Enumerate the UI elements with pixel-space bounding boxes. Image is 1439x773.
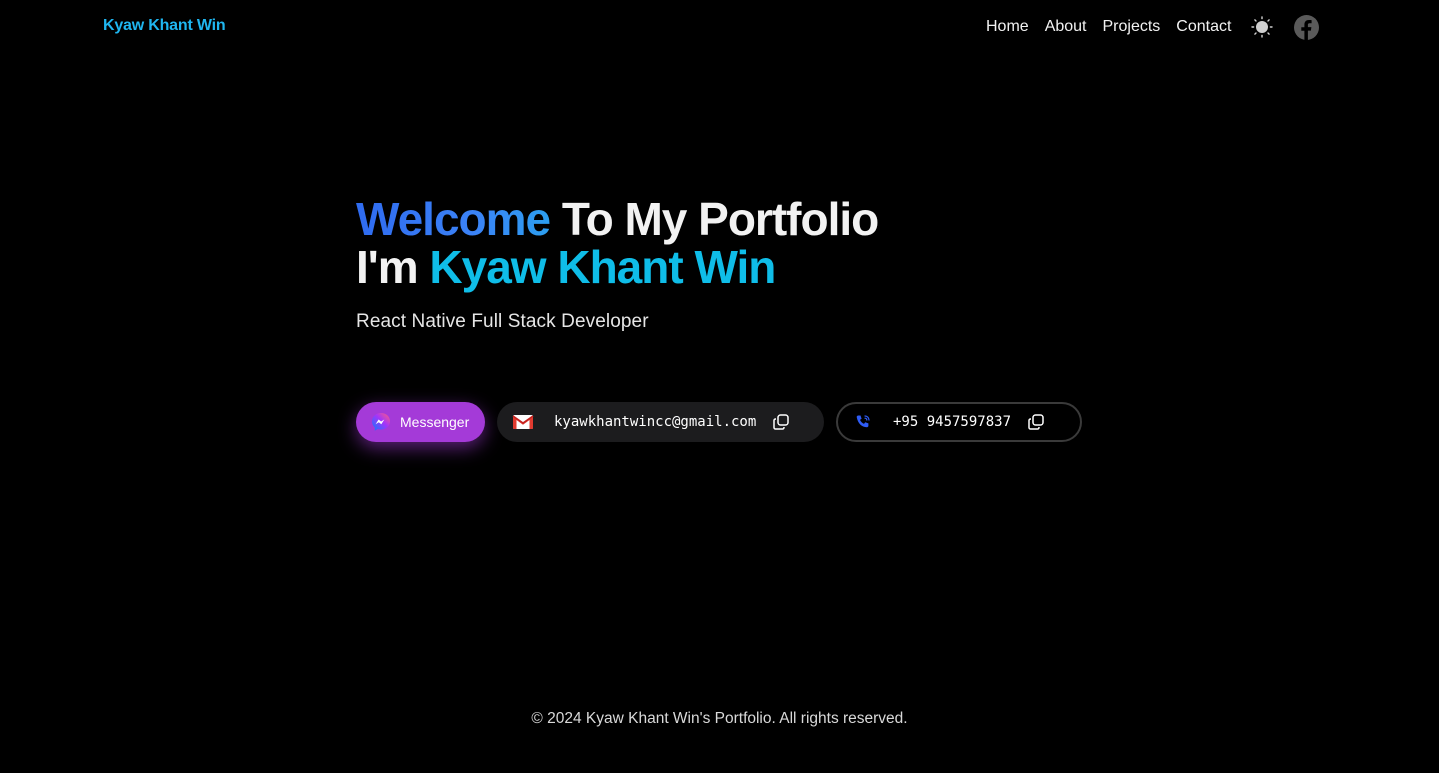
hero-heading: Welcome To My Portfolio I'm Kyaw Khant W… — [356, 193, 879, 293]
im-prefix: I'm — [356, 241, 430, 293]
messenger-label: Messenger — [400, 414, 470, 430]
hero-subtitle: React Native Full Stack Developer — [356, 311, 649, 332]
nav-projects-link[interactable]: Projects — [1103, 16, 1161, 38]
facebook-link[interactable] — [1294, 15, 1319, 40]
copy-phone-button[interactable] — [1026, 412, 1046, 432]
nav-about-link[interactable]: About — [1045, 16, 1087, 38]
phone-number: +95 9457597837 — [893, 414, 1012, 430]
brand-link[interactable]: Kyaw Khant Win — [103, 17, 226, 35]
gmail-icon — [512, 415, 534, 429]
copy-email-button[interactable] — [771, 412, 791, 432]
email-pill: kyawkhantwincc@gmail.com — [497, 402, 824, 442]
email-address: kyawkhantwincc@gmail.com — [554, 414, 757, 430]
copy-icon — [1028, 414, 1044, 430]
footer-copyright: © 2024 Kyaw Khant Win's Portfolio. All r… — [531, 710, 908, 727]
facebook-icon — [1294, 15, 1319, 40]
title-rest: To My Portfolio — [550, 193, 879, 245]
nav-contact-link[interactable]: Contact — [1176, 16, 1231, 38]
phone-icon — [856, 415, 870, 428]
copy-icon — [773, 414, 790, 430]
phone-pill: +95 9457597837 — [836, 402, 1082, 442]
nav-menu: Home About Projects Contact — [986, 16, 1231, 38]
hero-name: Kyaw Khant Win — [429, 241, 776, 293]
theme-toggle-button[interactable] — [1251, 16, 1273, 38]
sun-icon — [1251, 16, 1273, 38]
hero-section: Welcome To My Portfolio I'm Kyaw Khant W… — [356, 193, 879, 333]
contact-row: Messenger kyawkhantwincc@gmail.com +95 9… — [356, 402, 1082, 442]
messenger-button[interactable]: Messenger — [356, 402, 485, 442]
messenger-icon — [372, 413, 390, 431]
portfolio-page: Kyaw Khant Win Home About Projects Conta… — [0, 0, 1439, 773]
nav-home-link[interactable]: Home — [986, 16, 1029, 38]
welcome-word: Welcome — [356, 193, 551, 245]
